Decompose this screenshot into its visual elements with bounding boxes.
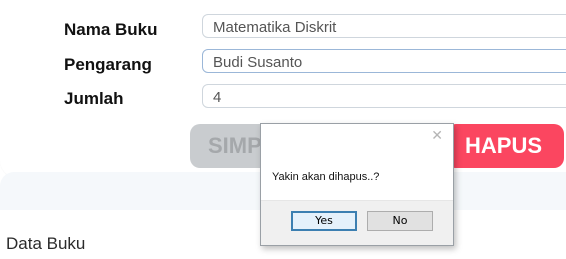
dialog-message: Yakin akan dihapus..? [272,171,380,183]
close-icon[interactable]: ✕ [431,127,443,144]
pengarang-input[interactable]: Budi Susanto [202,49,566,73]
jumlah-label: Jumlah [64,89,124,108]
yes-button[interactable]: Yes [291,211,357,231]
pengarang-label: Pengarang [64,55,152,74]
nama-buku-input[interactable]: Matematika Diskrit [202,14,566,38]
nama-buku-label: Nama Buku [64,20,158,39]
confirm-delete-dialog: ✕ Yakin akan dihapus..? Yes No [260,123,454,246]
data-buku-heading: Data Buku [6,234,86,253]
hapus-button[interactable]: HAPUS [446,124,564,168]
jumlah-input[interactable]: 4 [202,84,566,108]
no-button[interactable]: No [367,211,433,231]
dialog-footer: Yes No [261,200,453,245]
